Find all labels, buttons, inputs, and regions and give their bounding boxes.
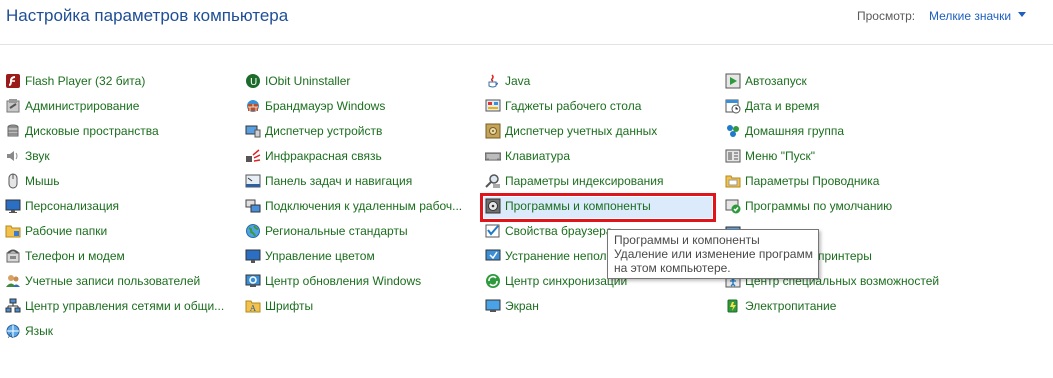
mouse-icon <box>5 173 21 189</box>
sync-icon <box>485 273 501 289</box>
flash-icon <box>5 73 21 89</box>
firewall-icon <box>245 98 261 114</box>
item-start-menu[interactable]: Меню "Пуск" <box>725 146 815 166</box>
item-power[interactable]: Электропитание <box>725 296 836 316</box>
header-bar: Настройка параметров компьютера Просмотр… <box>0 0 1053 45</box>
language-icon: A <box>5 323 21 339</box>
item-display[interactable]: Экран <box>485 296 539 316</box>
item-administration[interactable]: Администрирование <box>5 96 139 116</box>
item-work-folders[interactable]: Рабочие папки <box>5 221 107 241</box>
item-sync-center[interactable]: Центр синхронизации <box>485 271 627 291</box>
users-icon <box>5 273 21 289</box>
tooltip-line-3: на этом компьютере. <box>614 261 731 275</box>
red-highlight-frame <box>480 193 716 222</box>
admin-tools-icon <box>5 98 21 114</box>
item-language[interactable]: A Язык <box>5 321 53 341</box>
item-network-center[interactable]: Центр управления сетями и общи... <box>5 296 224 316</box>
item-autoplay[interactable]: Автозапуск <box>725 71 807 91</box>
speaker-icon <box>5 148 21 164</box>
globe-icon <box>245 223 261 239</box>
item-iobit-uninstaller[interactable]: U IObit Uninstaller <box>245 71 350 91</box>
keyboard-icon <box>485 148 501 164</box>
search-index-icon <box>485 173 501 189</box>
homegroup-icon <box>725 123 741 139</box>
svg-text:A: A <box>8 332 13 339</box>
folder-icon <box>5 223 21 239</box>
page-title: Настройка параметров компьютера <box>6 6 289 25</box>
network-icon <box>5 298 21 314</box>
item-sound[interactable]: Звук <box>5 146 50 166</box>
item-troubleshooting[interactable]: Устранение непола <box>485 246 613 266</box>
item-keyboard[interactable]: Клавиатура <box>485 146 570 166</box>
taskbar-icon <box>245 173 261 189</box>
monitor-icon <box>5 198 21 214</box>
item-browser-properties[interactable]: Свойства браузера <box>485 221 613 241</box>
item-taskbar[interactable]: Панель задач и навигация <box>245 171 412 191</box>
troubleshoot-icon <box>485 248 501 264</box>
item-fonts[interactable]: A Шрифты <box>245 296 313 316</box>
browser-icon <box>485 223 501 239</box>
item-java[interactable]: Java <box>485 71 530 91</box>
infrared-icon <box>245 148 261 164</box>
item-homegroup[interactable]: Домашняя группа <box>725 121 844 141</box>
tooltip: Программы и компоненты Удаление или изме… <box>607 229 819 279</box>
font-icon: A <box>245 298 261 314</box>
iobit-icon: U <box>245 73 261 89</box>
item-phone-modem[interactable]: Телефон и модем <box>5 246 125 266</box>
svg-text:U: U <box>250 77 257 88</box>
item-default-programs[interactable]: Программы по умолчанию <box>725 196 892 216</box>
item-gadgets[interactable]: Гаджеты рабочего стола <box>485 96 641 116</box>
display-icon <box>485 298 501 314</box>
explorer-options-icon <box>725 173 741 189</box>
autoplay-icon <box>725 73 741 89</box>
power-icon <box>725 298 741 314</box>
item-date-time[interactable]: Дата и время <box>725 96 819 116</box>
item-firewall[interactable]: Брандмауэр Windows <box>245 96 385 116</box>
color-monitor-icon <box>245 248 261 264</box>
item-windows-update[interactable]: Центр обновления Windows <box>245 271 421 291</box>
phone-icon <box>5 248 21 264</box>
remote-icon <box>245 198 261 214</box>
item-flash-player[interactable]: Flash Player (32 бита) <box>5 71 145 91</box>
item-device-manager[interactable]: Диспетчер устройств <box>245 121 382 141</box>
item-remote-connections[interactable]: Подключения к удаленным рабоч... <box>245 196 462 216</box>
chevron-down-icon[interactable] <box>1018 12 1026 17</box>
item-explorer-options[interactable]: Параметры Проводника <box>725 171 879 191</box>
tooltip-line-2: Удаление или изменение программ <box>614 247 813 261</box>
view-by-dropdown[interactable]: Мелкие значки <box>929 9 1011 23</box>
default-programs-icon <box>725 198 741 214</box>
item-infrared[interactable]: Инфракрасная связь <box>245 146 382 166</box>
item-personalization[interactable]: Персонализация <box>5 196 119 216</box>
item-user-accounts[interactable]: Учетные записи пользователей <box>5 271 200 291</box>
view-by-label: Просмотр: <box>857 9 916 23</box>
item-region[interactable]: Региональные стандарты <box>245 221 408 241</box>
item-credential-manager[interactable]: Диспетчер учетных данных <box>485 121 657 141</box>
item-indexing[interactable]: Параметры индексирования <box>485 171 663 191</box>
item-mouse[interactable]: Мышь <box>5 171 60 191</box>
item-storage-spaces[interactable]: Дисковые пространства <box>5 121 159 141</box>
disk-stack-icon <box>5 123 21 139</box>
item-color-management[interactable]: Управление цветом <box>245 246 375 266</box>
java-icon <box>485 73 501 89</box>
gadgets-icon <box>485 98 501 114</box>
calendar-icon <box>725 98 741 114</box>
device-manager-icon <box>245 123 261 139</box>
svg-text:A: A <box>249 304 256 313</box>
tooltip-title: Программы и компоненты <box>614 233 760 247</box>
vault-icon <box>485 123 501 139</box>
start-menu-icon <box>725 148 741 164</box>
update-icon <box>245 273 261 289</box>
